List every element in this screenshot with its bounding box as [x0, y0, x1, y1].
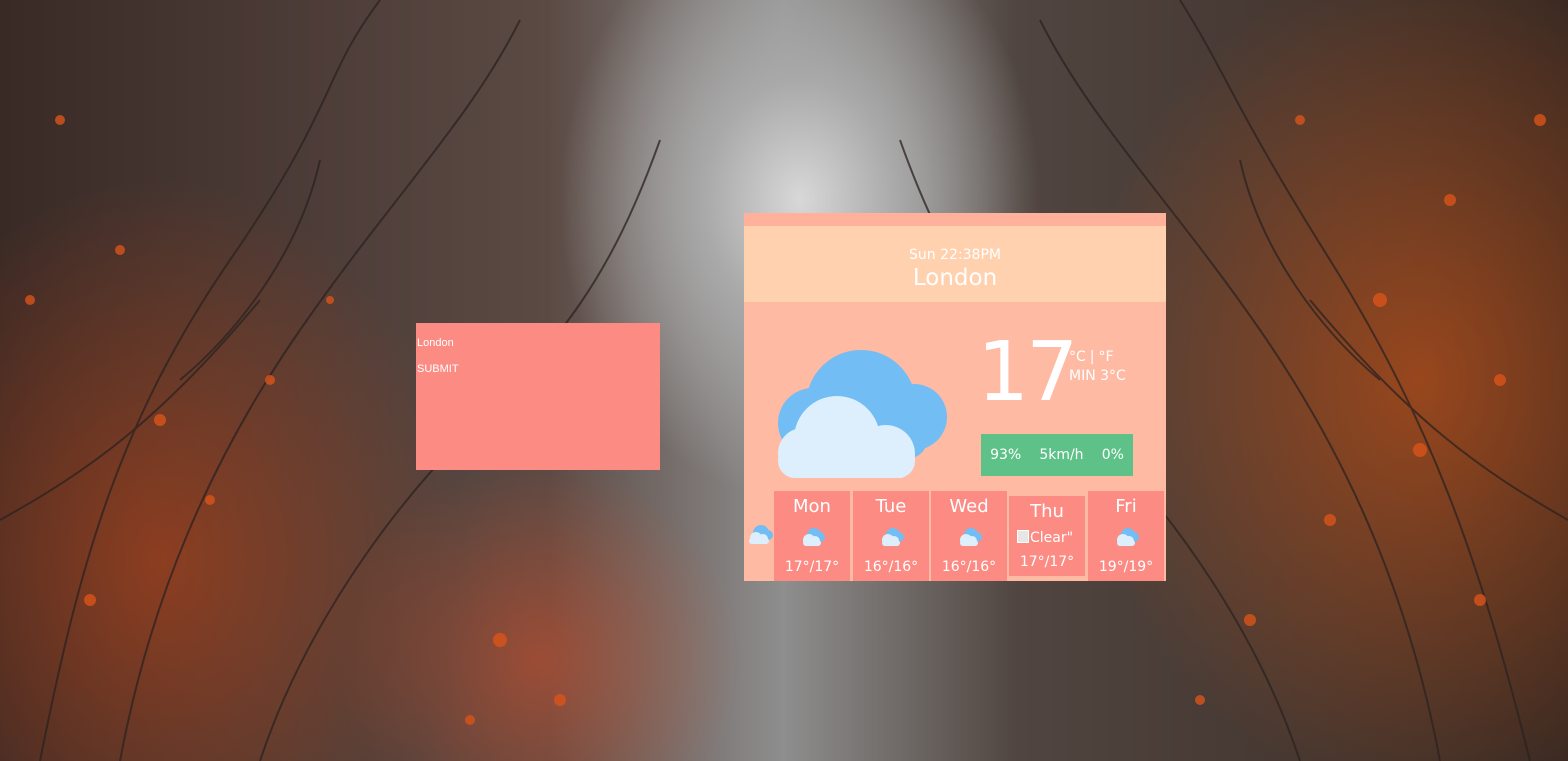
datetime-label: Sun 22:38PM	[909, 247, 1001, 263]
forecast-day-name: Thu	[1030, 501, 1064, 522]
broken-image-icon: Clear"	[1017, 530, 1073, 546]
forecast-day-name: Wed	[949, 496, 989, 517]
weather-header: Sun 22:38PM London	[744, 226, 1166, 302]
forecast-day-name: Mon	[793, 496, 831, 517]
unit-toggle: °C | °F	[1069, 349, 1114, 365]
cloud-icon	[803, 528, 825, 546]
weather-card: Sun 22:38PM London 17 °C | °F MIN 3°C 93% …	[744, 213, 1166, 581]
forecast-day-name: Tue	[875, 496, 907, 517]
current-temperature: 17	[977, 325, 1078, 420]
precipitation-value: 0%	[1101, 447, 1124, 463]
forecast-temp-range: 19°/19°	[1098, 559, 1154, 575]
wind-value: 5km/h	[1039, 447, 1084, 463]
broken-image-alt: Clear"	[1030, 530, 1074, 546]
cloud-icon	[1117, 528, 1139, 546]
forecast-day-thu: Thu Clear" 17°/17°	[1009, 496, 1085, 576]
forecast-day-name: Fri	[1115, 496, 1137, 517]
cloud-icon	[960, 528, 982, 546]
forecast-day-wed: Wed 16°/16°	[931, 491, 1007, 581]
celsius-toggle[interactable]: °C	[1069, 349, 1086, 365]
cloud-icon	[749, 525, 773, 544]
search-panel: SUBMIT	[416, 323, 660, 470]
forecast-row: Mon 17°/17° Tue 16°/16° Wed 16°/16° Thu …	[744, 491, 1166, 581]
forecast-day-fri: Fri 19°/19°	[1088, 491, 1164, 581]
submit-button[interactable]: SUBMIT	[416, 363, 460, 375]
cloud-icon	[778, 350, 947, 478]
humidity-value: 93%	[990, 447, 1022, 463]
weather-stats: 93% 5km/h 0%	[981, 434, 1133, 476]
forecast-temp-range: 16°/16°	[941, 559, 997, 575]
forecast-temp-range: 16°/16°	[863, 559, 919, 575]
forecast-temp-range: 17°/17°	[1019, 554, 1075, 570]
forecast-day-mon: Mon 17°/17°	[774, 491, 850, 581]
card-top-strip	[744, 213, 1166, 226]
min-temperature: MIN 3°C	[1069, 368, 1126, 384]
fahrenheit-toggle[interactable]: °F	[1099, 349, 1114, 365]
city-name: London	[912, 265, 998, 291]
forecast-day-tue: Tue 16°/16°	[853, 491, 929, 581]
city-search-input[interactable]	[416, 337, 618, 349]
unit-separator: |	[1089, 349, 1095, 365]
cloud-icon	[882, 528, 904, 546]
forecast-temp-range: 17°/17°	[784, 559, 840, 575]
